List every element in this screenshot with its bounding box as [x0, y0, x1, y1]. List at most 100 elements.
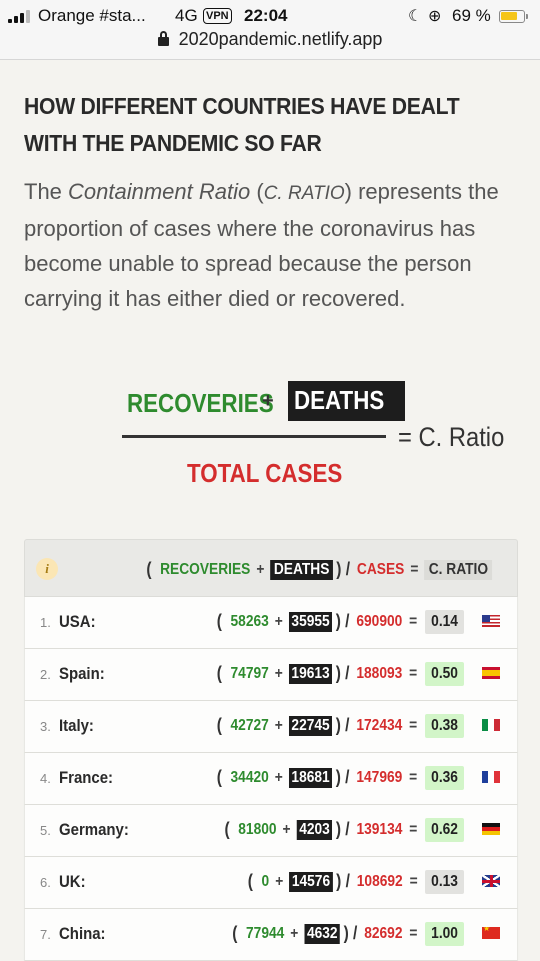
row-deaths: 4632 — [304, 923, 340, 944]
table-row[interactable]: 4. France: (34420 +18681) / 147969 = 0.36 — [24, 753, 518, 805]
row-rank: 2. — [40, 667, 51, 682]
rotation-lock-icon: ⊕ — [428, 8, 442, 25]
vpn-badge: VPN — [203, 8, 232, 24]
row-plus: + — [274, 612, 283, 630]
row-ratio-value: 1.00 — [431, 925, 458, 942]
row-ratio-value: 0.14 — [431, 613, 458, 630]
formula-deaths-label: DEATHS — [294, 385, 385, 415]
url-bar[interactable]: 2020pandemic.netlify.app — [0, 29, 540, 50]
italy-flag-icon — [482, 719, 500, 731]
row-deaths: 4203 — [296, 819, 333, 840]
formula-deaths: DEATHS — [288, 381, 405, 421]
row-cases: 172434 — [356, 716, 403, 734]
header-deaths[interactable]: DEATHS — [270, 559, 333, 580]
row-ratio: 0.62 — [424, 818, 464, 842]
row-open-paren: ( — [247, 871, 253, 891]
header-cases[interactable]: CASES — [357, 561, 404, 579]
row-ratio: 1.00 — [424, 922, 464, 946]
lock-icon — [157, 31, 169, 46]
row-formula: (77944 +4632) / 82692 = — [232, 923, 424, 944]
row-open-paren: ( — [216, 663, 222, 683]
row-country: Italy: — [59, 716, 94, 735]
row-recoveries: 81800 — [238, 820, 277, 838]
row-rank: 6. — [40, 875, 51, 890]
row-formula: (74797 +19613) / 188093 = — [217, 663, 424, 684]
status-bar: Orange #sta... 4G VPN 22:04 ☾ ⊕ 69 % — [0, 4, 540, 28]
row-plus: + — [274, 768, 283, 786]
formula-plus: + — [262, 390, 274, 412]
header-recoveries[interactable]: RECOVERIES — [160, 561, 250, 579]
row-plus: + — [290, 924, 299, 942]
header-plus: + — [255, 560, 265, 578]
row-formula: (42727 +22745) / 172434 = — [217, 715, 424, 736]
row-deaths: 22745 — [288, 715, 333, 736]
table-row[interactable]: 3. Italy: (42727 +22745) / 172434 = 0.38 — [24, 701, 518, 753]
table-body: 1. USA:(58263 +35955) /690900 = 0.14 2. Spain:… — [24, 597, 518, 961]
header-open-paren: ( — [145, 559, 152, 579]
row-ratio: 0.36 — [424, 766, 464, 790]
ratio-formula: RECOVERIES + DEATHS = C. Ratio TOTAL CAS… — [24, 378, 520, 498]
header-formula: ( RECOVERIES + DEATHS ) / CASES = C. RAT… — [146, 559, 492, 580]
row-rank: 1. — [40, 615, 51, 630]
row-ratio-value: 0.62 — [431, 821, 458, 838]
header-equals: = — [409, 560, 419, 578]
row-equals: = — [409, 612, 418, 630]
row-close-slash: ) / — [335, 767, 350, 787]
row-formula: (0 +14576) / 108692 = — [247, 871, 424, 892]
row-recoveries: 42727 — [230, 716, 269, 734]
browser-top-bar: Orange #sta... 4G VPN 22:04 ☾ ⊕ 69 % 202… — [0, 0, 540, 60]
row-rank: 7. — [40, 927, 51, 942]
row-country: China: — [59, 924, 106, 943]
row-close-slash: ) / — [335, 663, 350, 683]
desc-text-2: ( — [250, 179, 264, 204]
germany-flag-icon — [482, 823, 500, 835]
table-row[interactable]: 6. UK: (0 +14576) / 108692 = 0.13 — [24, 857, 518, 909]
header-ratio[interactable]: C. RATIO — [424, 559, 492, 580]
table-row[interactable]: 5. Germany: (81800 +4203) / 139134 = 0.62 — [24, 805, 518, 857]
row-cases: 147969 — [356, 768, 403, 786]
signal-icon — [8, 9, 34, 23]
countries-table: i ( RECOVERIES + DEATHS ) / CASES = C. R… — [24, 539, 518, 961]
table-row[interactable]: 1. USA: (58263 +35955) / 690900 = 0.14 — [24, 597, 518, 649]
row-formula: (34420 +18681) / 147969 = — [217, 767, 424, 788]
row-plus: + — [274, 716, 283, 734]
row-ratio: 0.38 — [424, 714, 464, 738]
china-flag-icon — [482, 927, 500, 939]
row-deaths: 19613 — [288, 663, 333, 684]
formula-total-cases: TOTAL CASES — [187, 458, 343, 488]
row-cases: 139134 — [356, 820, 403, 838]
row-close-slash: ) / — [335, 611, 350, 631]
row-ratio-value: 0.36 — [431, 769, 458, 786]
uk-flag-icon — [482, 875, 500, 887]
carrier-name: Orange #sta... — [38, 6, 146, 25]
row-equals: = — [409, 820, 418, 838]
table-row[interactable]: 7. China: (77944 +4632) / 82692 = 1.00 — [24, 909, 518, 961]
row-close-slash: ) / — [335, 715, 350, 735]
network-type: 4G — [175, 6, 198, 25]
row-rank: 3. — [40, 719, 51, 734]
row-recoveries: 34420 — [230, 768, 269, 786]
row-open-paren: ( — [224, 819, 230, 839]
url-domain[interactable]: 2020pandemic.netlify.app — [179, 29, 383, 49]
row-equals: = — [409, 872, 418, 890]
row-equals: = — [409, 924, 418, 942]
table-header: i ( RECOVERIES + DEATHS ) / CASES = C. R… — [24, 539, 518, 597]
table-row[interactable]: 2. Spain: (74797 +19613) / 188093 = 0.50 — [24, 649, 518, 701]
battery-percent: 69 % — [452, 6, 491, 25]
row-cases: 108692 — [356, 872, 403, 890]
row-ratio-value: 0.13 — [431, 873, 458, 890]
row-deaths: 35955 — [288, 611, 333, 632]
row-formula: (58263 +35955) / 690900 = — [217, 611, 424, 632]
row-cases: 690900 — [356, 612, 403, 630]
row-equals: = — [409, 716, 418, 734]
row-ratio-value: 0.38 — [431, 717, 458, 734]
france-flag-icon — [482, 771, 500, 783]
formula-recoveries: RECOVERIES — [127, 388, 274, 418]
row-plus: + — [282, 820, 291, 838]
desc-text-1: The — [24, 179, 69, 204]
row-ratio: 0.14 — [424, 610, 464, 634]
row-cases: 82692 — [363, 924, 403, 942]
status-time: 22:04 — [244, 6, 288, 25]
info-icon[interactable]: i — [36, 558, 58, 580]
row-close-slash: ) / — [335, 871, 350, 891]
